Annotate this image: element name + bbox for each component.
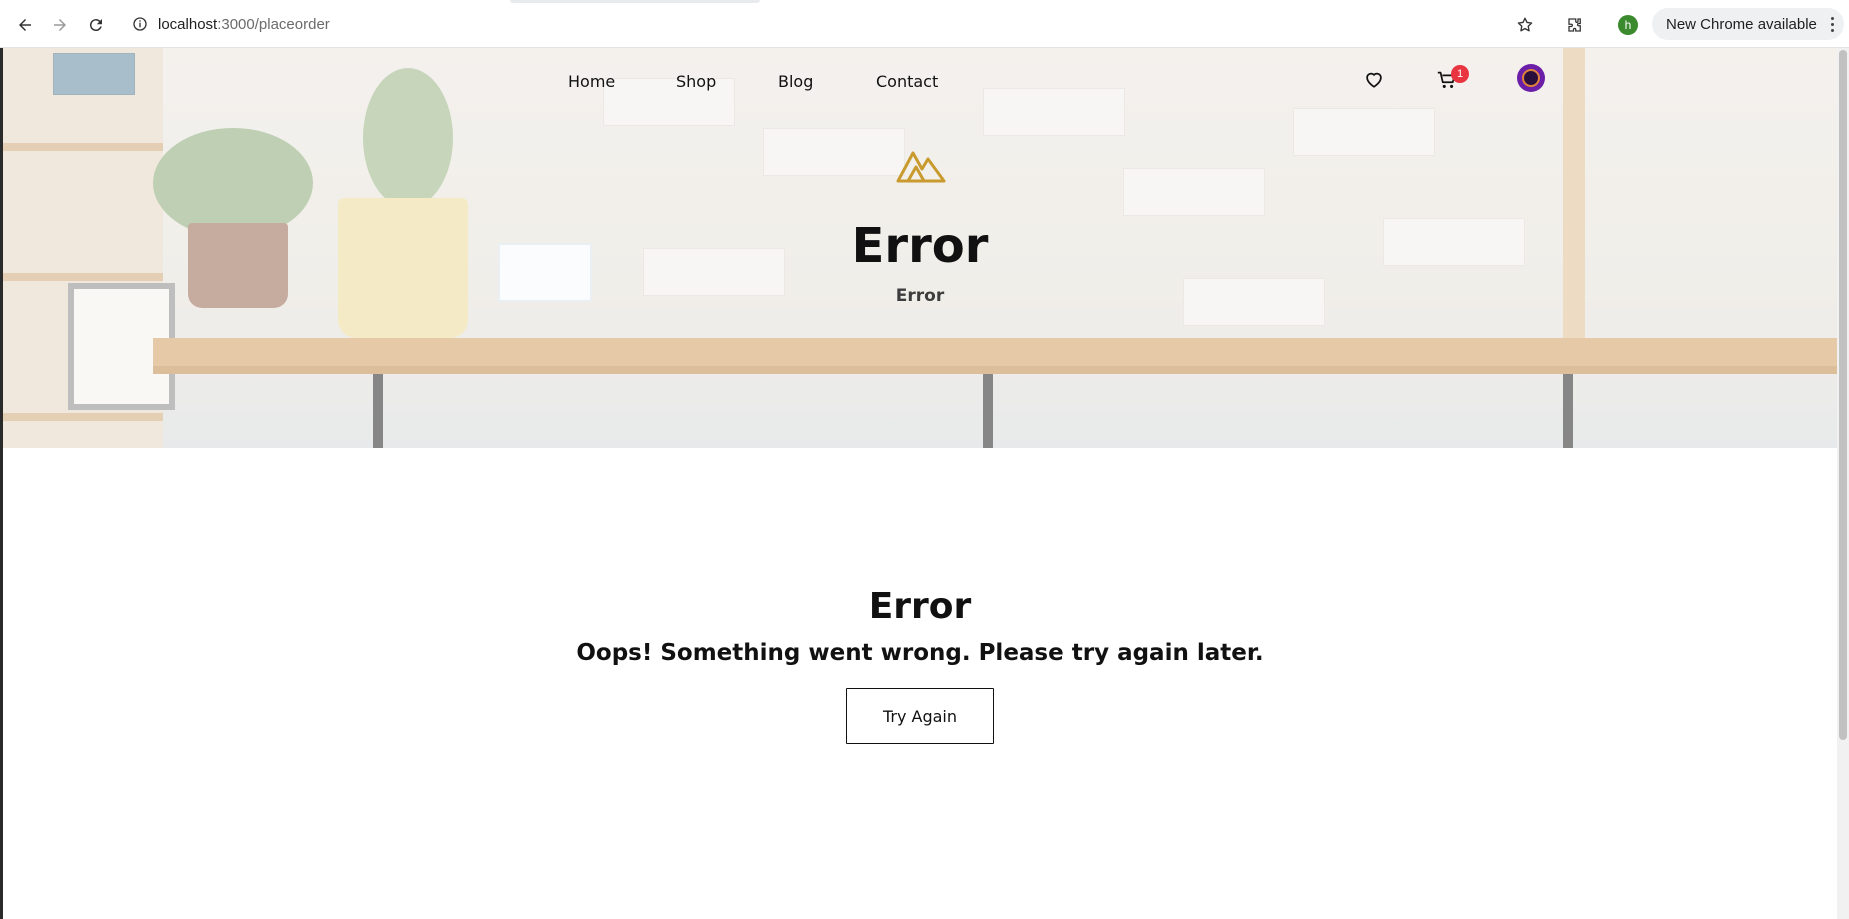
forward-button[interactable] (47, 12, 73, 38)
kebab-menu-icon[interactable] (1831, 16, 1834, 32)
heart-icon (1366, 72, 1382, 88)
page-scrollbar[interactable] (1837, 48, 1849, 919)
bookmark-button[interactable] (1512, 12, 1538, 38)
url-text[interactable]: localhost:3000/placeorder (158, 16, 330, 33)
update-label: New Chrome available (1666, 15, 1817, 33)
error-title: Error (868, 586, 972, 627)
arrow-right-icon (54, 19, 66, 31)
info-icon[interactable] (132, 16, 148, 32)
reload-button[interactable] (83, 12, 109, 38)
back-button[interactable] (12, 12, 38, 38)
arrow-left-icon (19, 19, 31, 31)
error-message: Oops! Something went wrong. Please try a… (576, 640, 1264, 666)
nav-contact-link[interactable]: Contact (876, 72, 938, 91)
nav-shop-link[interactable]: Shop (676, 72, 716, 91)
user-avatar[interactable] (1517, 64, 1545, 92)
hero-title: Error (851, 218, 989, 274)
cart-count-badge: 1 (1451, 65, 1469, 83)
page-viewport: Home Shop Blog Contact 1 Error Error Err… (3, 48, 1837, 919)
nav-home-link[interactable]: Home (568, 72, 615, 91)
scrollbar-thumb[interactable] (1839, 50, 1847, 740)
nav-blog-link[interactable]: Blog (778, 72, 813, 91)
url-host: localhost (158, 15, 218, 33)
reload-icon (89, 19, 102, 32)
brand-logo-icon (896, 151, 946, 183)
site-header: Home Shop Blog Contact 1 (3, 48, 1837, 108)
star-icon (1517, 17, 1533, 32)
puzzle-icon (1568, 18, 1581, 32)
address-bar[interactable]: localhost:3000/placeorder (120, 7, 1548, 41)
avatar-image (1522, 69, 1540, 87)
browser-toolbar: localhost:3000/placeorder h New Chrome a… (0, 0, 1849, 48)
update-chrome-button[interactable]: New Chrome available (1652, 8, 1844, 40)
tab-strip-edge (510, 0, 760, 3)
profile-avatar[interactable]: h (1618, 15, 1638, 35)
hero-breadcrumb: Error (895, 286, 945, 306)
extensions-button[interactable] (1562, 12, 1588, 38)
hero-banner: Home Shop Blog Contact 1 Error Error (3, 48, 1837, 448)
wishlist-button[interactable] (1361, 66, 1387, 92)
try-again-button[interactable]: Try Again (846, 688, 994, 744)
url-path: :3000/placeorder (217, 15, 330, 33)
